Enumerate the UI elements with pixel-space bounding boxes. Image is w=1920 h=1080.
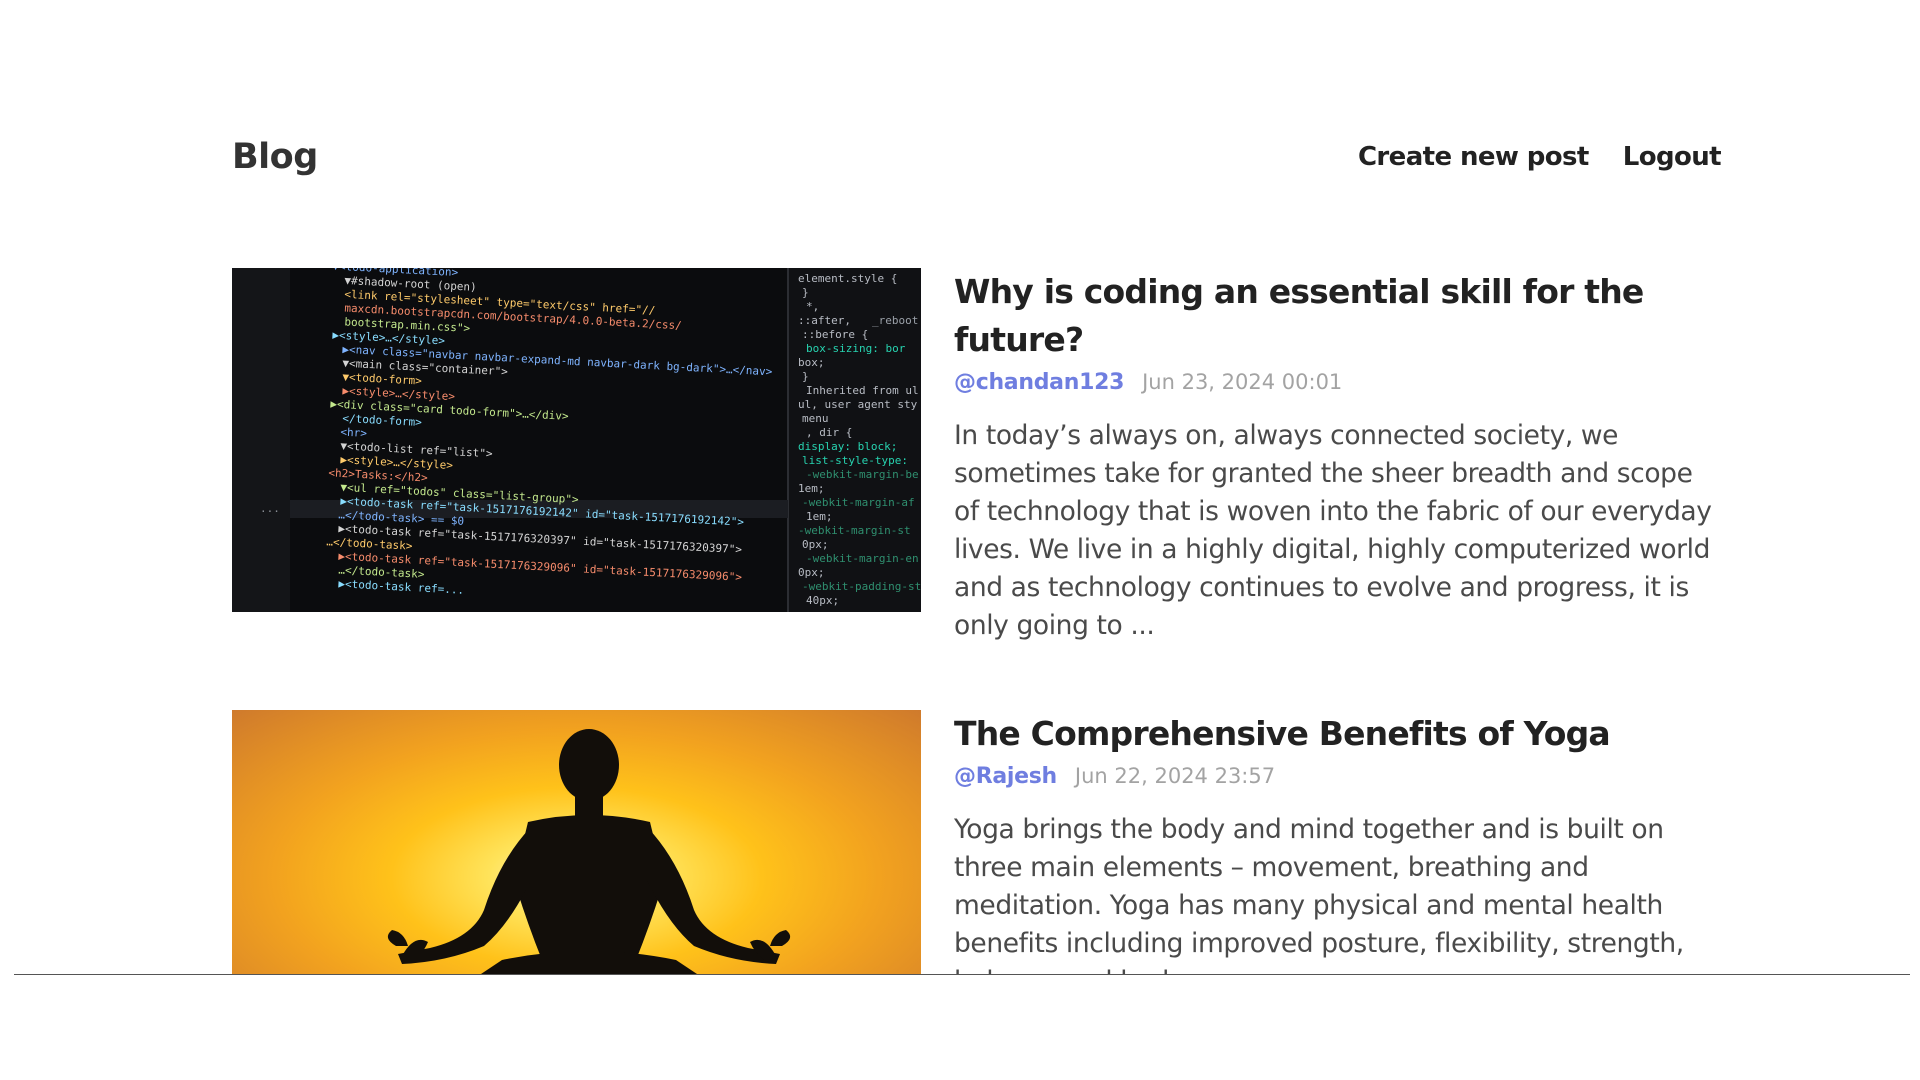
post-date: Jun 23, 2024 00:01 <box>1142 370 1343 394</box>
style-line: -webkit-padding-st <box>802 580 921 593</box>
style-line: } <box>802 370 809 383</box>
code-line: <hr> <box>340 426 368 440</box>
yoga-silhouette-image <box>387 729 791 975</box>
style-line: 0px; <box>798 566 825 579</box>
post-meta: @chandan123 Jun 23, 2024 00:01 <box>954 370 1721 395</box>
post-excerpt: In today’s always on, always connected s… <box>954 420 1712 641</box>
reboot-label: _reboot <box>872 314 918 327</box>
style-line: , dir { <box>806 426 852 439</box>
style-line: ul, user agent sty <box>798 398 918 411</box>
author-link[interactable]: @Rajesh <box>954 764 1057 789</box>
post-content: The Comprehensive Benefits of Yoga @Raje… <box>954 710 1721 975</box>
style-line: -webkit-margin-af <box>802 496 915 509</box>
logout-link[interactable]: Logout <box>1623 142 1722 172</box>
post-title[interactable]: The Comprehensive Benefits of Yoga <box>954 710 1721 758</box>
post-meta: @Rajesh Jun 22, 2024 23:57 <box>954 764 1721 789</box>
top-nav: Blog Create new post Logout <box>232 132 1722 182</box>
post-content: Why is coding an essential skill for the… <box>954 268 1721 645</box>
style-line: 40px; <box>806 594 839 607</box>
brand-link[interactable]: Blog <box>232 137 318 177</box>
style-line: 1em; <box>798 482 825 495</box>
style-line: ::before { <box>802 328 868 341</box>
create-post-link[interactable]: Create new post <box>1358 142 1589 172</box>
style-line: display: block; <box>798 440 897 453</box>
nav-links: Create new post Logout <box>1358 142 1722 172</box>
style-line: list-style-type: <box>802 454 908 467</box>
style-line: ::after, <box>798 314 851 327</box>
style-line: -webkit-margin-st <box>798 524 911 537</box>
style-line: element.style { <box>798 272 897 285</box>
style-line: box-sizing: bor <box>806 342 906 355</box>
post-date: Jun 22, 2024 23:57 <box>1074 764 1276 788</box>
style-line: *, <box>806 300 819 313</box>
style-line: -webkit-margin-en <box>806 552 919 565</box>
blog-page: Blog Create new post Logout ▼<todo-appli… <box>0 0 1920 1080</box>
code-screenshot-image: ▼<todo-application>▼#shadow-root (open)<… <box>232 268 921 612</box>
style-line: -webkit-margin-be <box>806 468 919 481</box>
post-thumbnail[interactable] <box>232 710 921 975</box>
post-thumbnail[interactable]: ▼<todo-application> ▼#shadow-root (open) <… <box>232 268 921 612</box>
style-line: 1em; <box>806 510 833 523</box>
post-title[interactable]: Why is coding an essential skill for the… <box>954 268 1721 364</box>
collapsed-dots: ... <box>260 502 280 515</box>
style-line: box; <box>798 356 825 369</box>
content-viewport[interactable]: Blog Create new post Logout ▼<todo-appli… <box>0 0 1920 975</box>
style-line: } <box>802 286 809 299</box>
author-link[interactable]: @chandan123 <box>954 370 1124 395</box>
viewport-divider <box>14 974 1910 975</box>
post-excerpt: Yoga brings the body and mind together a… <box>954 814 1684 975</box>
style-line: Inherited from ul.lis <box>806 384 921 397</box>
style-line: menu <box>802 412 829 425</box>
style-line: 0px; <box>802 538 829 551</box>
